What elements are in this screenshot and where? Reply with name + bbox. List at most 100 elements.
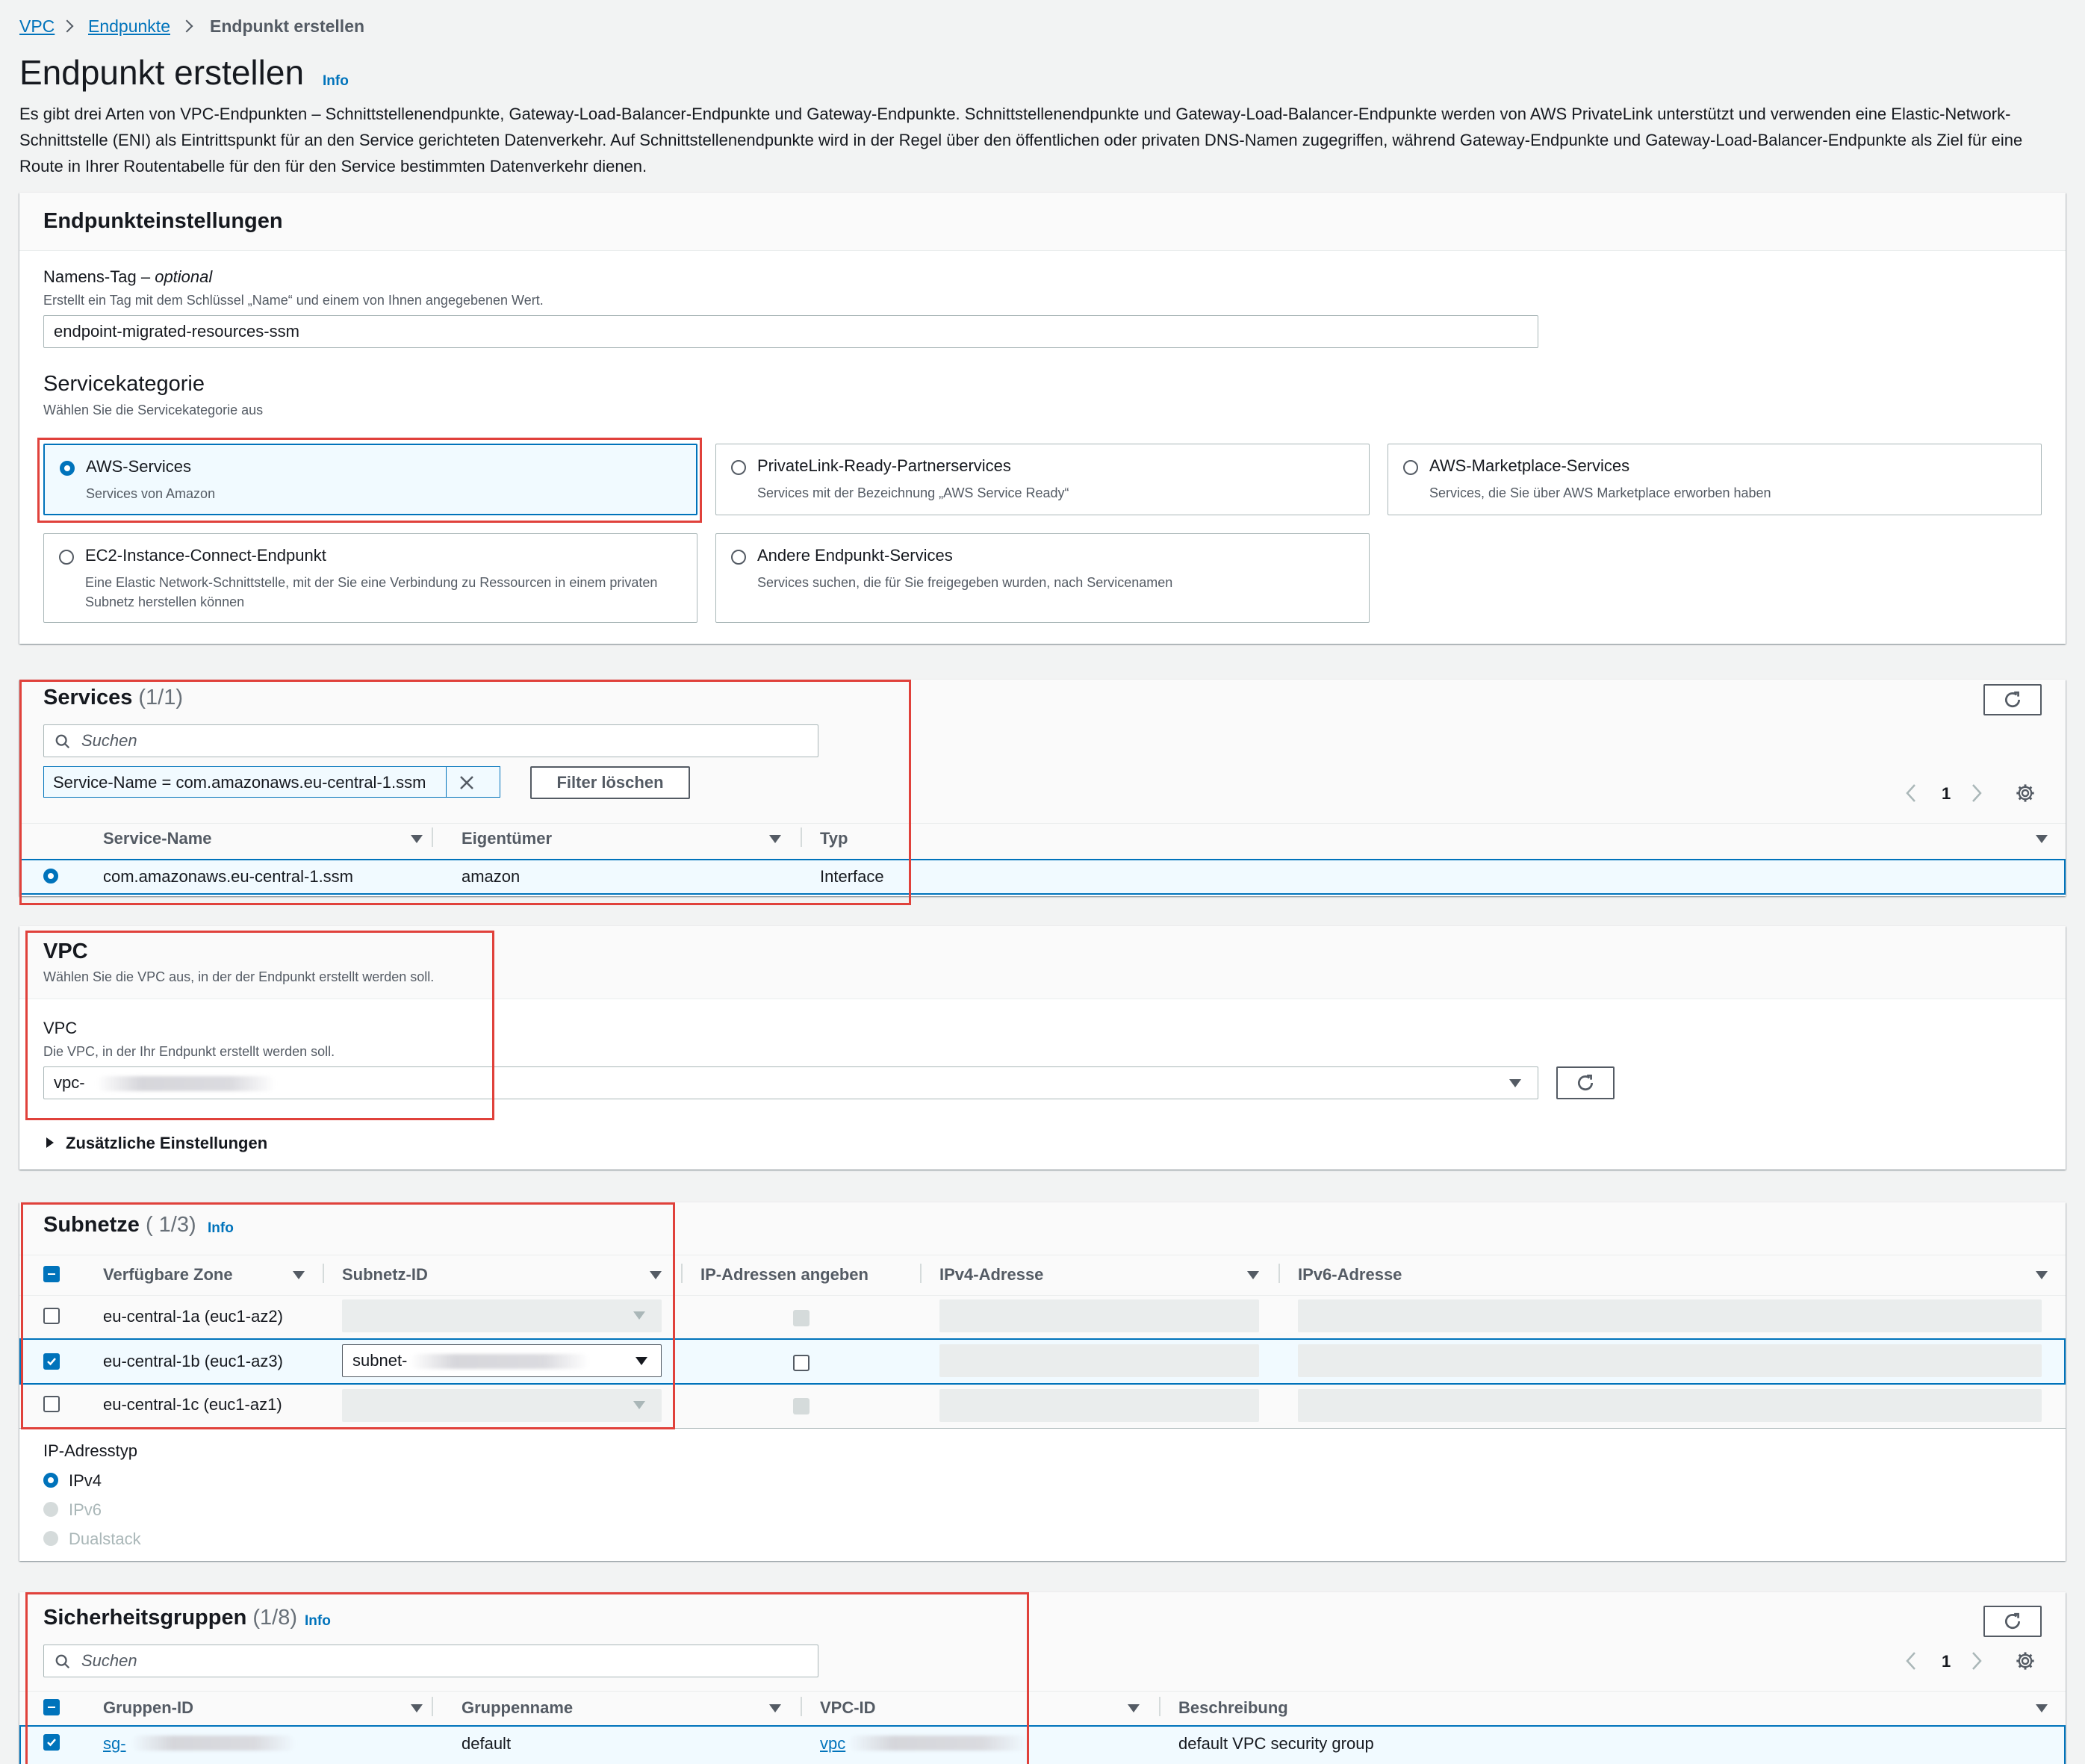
vpc-select-value: vpc- [54, 1073, 85, 1092]
col-ipv4[interactable]: IPv4-Adresse [939, 1265, 1043, 1285]
sort-caret-icon[interactable] [411, 1704, 423, 1712]
subnet-select[interactable]: subnet- [342, 1344, 662, 1377]
category-privatelink-partner[interactable]: PrivateLink-Ready-Partnerservices Servic… [715, 444, 1370, 515]
vpc-refresh-button[interactable] [1556, 1066, 1615, 1099]
owner-cell: amazon [462, 867, 521, 886]
category-title-text: AWS-Services [86, 457, 191, 476]
sort-caret-icon[interactable] [2036, 1704, 2048, 1712]
services-page-number[interactable]: 1 [1942, 784, 1951, 804]
category-aws-services[interactable]: AWS-Services Services von Amazon [43, 444, 697, 515]
page-info-link[interactable]: Info [323, 73, 349, 90]
sort-caret-icon[interactable] [650, 1271, 662, 1279]
zone-cell: eu-central-1c (euc1-az1) [103, 1395, 282, 1414]
sort-caret-icon[interactable] [769, 1704, 781, 1712]
breadcrumb-endpoints[interactable]: Endpunkte [88, 16, 170, 37]
specify-ip-checkbox[interactable] [793, 1355, 810, 1371]
col-group-id[interactable]: Gruppen-ID [103, 1698, 193, 1718]
category-desc-text: Services, die Sie über AWS Marketplace e… [1429, 485, 1771, 500]
select-all-checkbox[interactable] [43, 1266, 60, 1282]
refresh-icon [1578, 1074, 1594, 1091]
row-checkbox-checked[interactable] [43, 1734, 60, 1751]
col-vpc-id[interactable]: VPC-ID [820, 1698, 876, 1718]
services-search-placeholder: Suchen [81, 731, 137, 750]
col-subnet-id[interactable]: Subnetz-ID [342, 1265, 428, 1285]
sort-caret-icon[interactable] [411, 835, 423, 843]
sg-search-input[interactable]: Suchen [43, 1645, 818, 1677]
col-group-name[interactable]: Gruppenname [462, 1698, 573, 1718]
ip-type-dualstack: Dualstack [69, 1529, 141, 1548]
expand-caret-icon[interactable] [45, 1137, 55, 1149]
subnet-select-value: subnet- [352, 1351, 408, 1370]
additional-settings-toggle[interactable]: Zusätzliche Einstellungen [66, 1134, 267, 1153]
table-row[interactable] [19, 1725, 2066, 1764]
services-refresh-button[interactable] [1983, 684, 2042, 715]
row-checkbox-checked[interactable] [43, 1353, 60, 1370]
category-other-endpoint-services[interactable]: Andere Endpunkt-Services Services suchen… [715, 533, 1370, 623]
row-checkbox[interactable] [43, 1308, 60, 1324]
category-desc-text: Eine Elastic Network-Schnittstelle, mit … [85, 575, 658, 609]
sg-refresh-button[interactable] [1983, 1606, 2042, 1637]
sg-vpc-link[interactable]: vpc [820, 1734, 845, 1754]
ip-type-ipv4[interactable]: IPv4 [69, 1471, 102, 1491]
refresh-icon [2005, 691, 2021, 708]
col-type[interactable]: Typ [820, 829, 848, 848]
sg-page-number[interactable]: 1 [1942, 1652, 1951, 1671]
next-page-icon[interactable] [1970, 783, 1983, 804]
sort-caret-icon[interactable] [1128, 1704, 1140, 1712]
prev-page-icon[interactable] [1904, 783, 1918, 804]
sort-caret-icon[interactable] [2036, 835, 2048, 843]
next-page-icon[interactable] [1970, 1650, 1983, 1671]
name-tag-label-text: Namens-Tag – [43, 267, 151, 286]
page-description: Es gibt drei Arten von VPC-Endpunkten – … [19, 105, 2023, 176]
type-cell: Interface [820, 867, 884, 886]
sg-id-link[interactable]: sg- [103, 1734, 126, 1754]
radio-icon [1403, 460, 1418, 475]
sg-name-cell: default [462, 1734, 512, 1753]
ip-type-ipv6: IPv6 [69, 1500, 102, 1519]
select-all-checkbox[interactable] [43, 1699, 60, 1715]
search-icon [55, 1654, 70, 1669]
subnet-select-disabled [342, 1299, 662, 1332]
col-owner[interactable]: Eigentümer [462, 829, 552, 848]
sort-caret-icon[interactable] [293, 1271, 305, 1279]
settings-gear-icon[interactable] [2015, 1650, 2036, 1671]
category-marketplace[interactable]: AWS-Marketplace-Services Services, die S… [1388, 444, 2042, 515]
subnets-count: ( 1/3) [145, 1213, 196, 1237]
sort-caret-icon[interactable] [769, 835, 781, 843]
col-zone[interactable]: Verfügbare Zone [103, 1265, 233, 1285]
remove-filter-icon[interactable] [458, 774, 476, 792]
services-title-text: Services [43, 686, 133, 709]
redacted-blur [410, 1354, 589, 1369]
col-description[interactable]: Beschreibung [1178, 1698, 1288, 1718]
category-desc-text: Services suchen, die für Sie freigegeben… [757, 575, 1173, 590]
breadcrumb-vpc[interactable]: VPC [19, 16, 55, 37]
subnets-info-link[interactable]: Info [208, 1220, 234, 1237]
name-tag-input[interactable]: endpoint-migrated-resources-ssm [43, 315, 1538, 348]
radio-icon [731, 460, 746, 475]
radio-ipv6-disabled-icon [43, 1502, 58, 1517]
vpc-select[interactable]: vpc- [43, 1066, 1538, 1099]
settings-gear-icon[interactable] [2015, 783, 2036, 804]
prev-page-icon[interactable] [1904, 1650, 1918, 1671]
endpoint-settings-panel: Endpunkteinstellungen Namens-Tag – optio… [19, 193, 2066, 644]
settings-title: Endpunkteinstellungen [43, 209, 283, 233]
row-checkbox[interactable] [43, 1396, 60, 1412]
breadcrumb-chevron-icon [60, 19, 74, 33]
row-radio-selected-icon[interactable] [43, 869, 58, 883]
service-name-cell: com.amazonaws.eu-central-1.ssm [103, 867, 354, 886]
services-search-input[interactable]: Suchen [43, 724, 818, 757]
sort-caret-icon[interactable] [1247, 1271, 1259, 1279]
sg-info-link[interactable]: Info [305, 1613, 331, 1630]
category-desc-text: Services von Amazon [86, 486, 216, 501]
sg-search-placeholder: Suchen [81, 1651, 137, 1670]
ip-type-label: IP-Adresstyp [43, 1441, 137, 1460]
radio-ipv4-selected-icon[interactable] [43, 1473, 58, 1488]
vpc-field-desc: Die VPC, in der Ihr Endpunkt erstellt we… [43, 1044, 335, 1059]
clear-filter-button[interactable]: Filter löschen [530, 766, 690, 799]
col-service-name[interactable]: Service-Name [103, 829, 212, 848]
ipv4-input-disabled [939, 1389, 1259, 1422]
category-ec2-instance-connect[interactable]: EC2-Instance-Connect-Endpunkt Eine Elast… [43, 533, 697, 623]
col-ipv6[interactable]: IPv6-Adresse [1298, 1265, 1402, 1285]
sg-title: Sicherheitsgruppen (1/8) [43, 1606, 297, 1630]
sort-caret-icon[interactable] [2036, 1271, 2048, 1279]
